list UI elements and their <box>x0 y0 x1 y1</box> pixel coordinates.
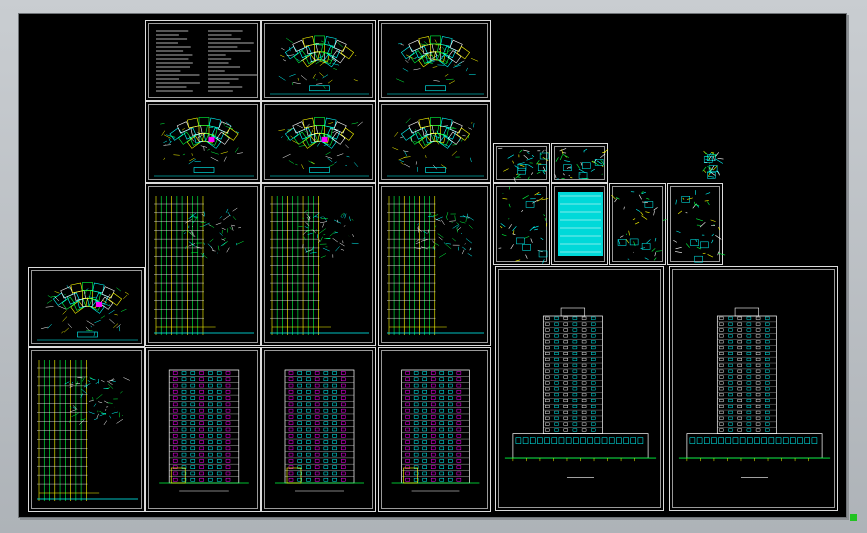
elevation-drawing <box>159 369 249 492</box>
detail-drawing <box>498 186 549 264</box>
sheet-elev-c[interactable] <box>378 347 491 512</box>
detail-drawing-cyan <box>558 192 603 256</box>
sheet-detail-b[interactable] <box>551 143 609 183</box>
sheet-tall-plan-c[interactable] <box>378 183 491 346</box>
sheet-detail-c[interactable] <box>493 183 550 265</box>
ucs-indicator-icon <box>850 514 857 521</box>
elevation-drawing <box>391 369 480 492</box>
sheet-plan-a[interactable] <box>261 20 376 101</box>
sheet-wide-elev-a[interactable] <box>495 266 664 511</box>
detail-drawing <box>611 191 667 261</box>
sheet-plan-b[interactable] <box>378 20 491 101</box>
sheet-tall-plan-a[interactable] <box>145 183 261 346</box>
detail-drawing <box>673 190 726 263</box>
sheet-detail-d[interactable] <box>551 183 608 265</box>
sheet-detail-a[interactable] <box>493 143 550 183</box>
sheet-elev-b[interactable] <box>261 347 376 512</box>
sheet-detail-f[interactable] <box>667 183 726 265</box>
drawing-canvas[interactable] <box>18 13 857 521</box>
elevation-drawing <box>275 369 364 492</box>
detail-drawing <box>702 150 724 179</box>
plan-drawing <box>37 282 138 341</box>
tall-plan-drawing <box>37 360 138 501</box>
plan-drawing <box>387 117 484 177</box>
plan-drawing <box>154 117 254 177</box>
wide-elevation-drawing <box>504 307 657 478</box>
notes-text-lines <box>156 30 257 92</box>
sheet-detail-e[interactable] <box>609 183 667 265</box>
sheet-wide-elev-b[interactable] <box>669 266 838 511</box>
tall-plan-drawing <box>387 196 484 335</box>
sheet-left-plan[interactable] <box>28 267 145 347</box>
sheet-plan-d[interactable] <box>261 101 376 183</box>
sheet-notes[interactable] <box>145 20 261 101</box>
sheet-tall-plan-b[interactable] <box>261 183 376 346</box>
plan-drawing <box>270 117 369 177</box>
sheet-left-tall-plan[interactable] <box>28 347 145 512</box>
detail-drawing <box>498 147 549 183</box>
tiny-detail[interactable] <box>700 148 724 181</box>
sheet-plan-e[interactable] <box>378 101 491 183</box>
cad-viewport[interactable] <box>0 0 867 533</box>
plan-drawing <box>387 35 484 95</box>
plan-drawing <box>270 35 369 95</box>
tall-plan-drawing <box>154 196 254 335</box>
wide-elevation-drawing <box>678 307 831 478</box>
sheet-elev-a[interactable] <box>145 347 261 512</box>
tall-plan-drawing <box>270 196 369 335</box>
sheet-plan-c[interactable] <box>145 101 261 183</box>
detail-drawing <box>554 148 609 180</box>
